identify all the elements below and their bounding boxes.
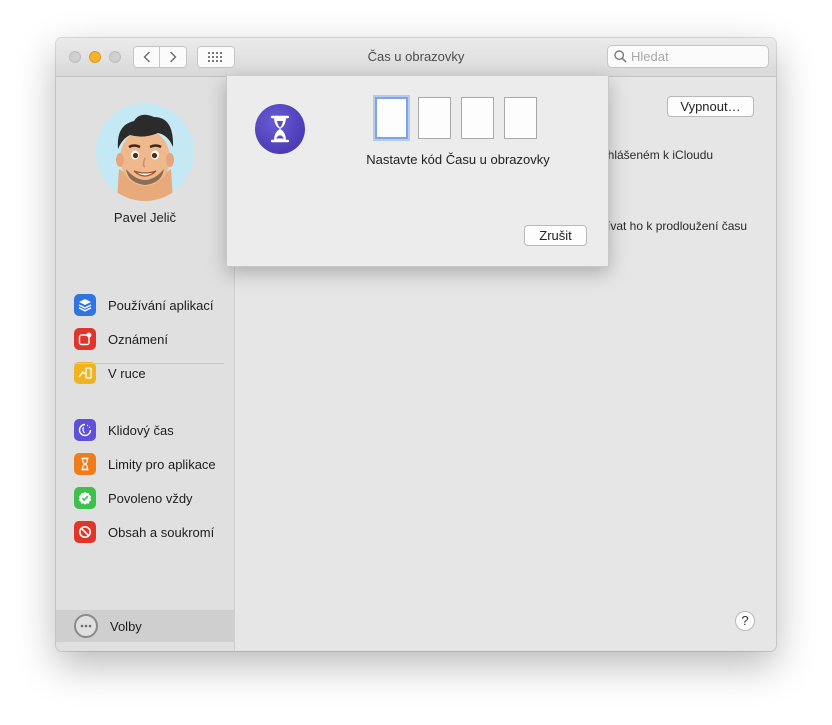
turn-off-button[interactable]: Vypnout… (667, 96, 754, 117)
cancel-button[interactable]: Zrušit (524, 225, 587, 246)
more-icon (74, 614, 98, 638)
passcode-digit-4[interactable] (504, 97, 537, 139)
sidebar-item-label: Klidový čas (108, 422, 174, 438)
user-avatar[interactable] (96, 103, 194, 201)
downtime-icon (74, 419, 96, 441)
sidebar-item-app-usage[interactable]: Používání aplikací (74, 292, 214, 318)
search-field[interactable] (607, 45, 769, 68)
sidebar-item-label: Limity pro aplikace (108, 456, 216, 472)
sidebar-item-label: Volby (110, 618, 142, 634)
sidebar-item-label: Oznámení (108, 331, 168, 347)
sidebar-item-label: Povoleno vždy (108, 490, 193, 506)
options-item[interactable]: Volby (74, 613, 142, 639)
sidebar-item-options[interactable]: Volby (56, 610, 234, 642)
user-name: Pavel Jelič (113, 210, 177, 225)
sidebar-item-content-privacy[interactable]: Obsah a soukromí (74, 519, 214, 545)
search-icon (614, 50, 627, 63)
sidebar-item-label: Používání aplikací (108, 297, 214, 313)
hourglass-icon (74, 453, 96, 475)
help-button[interactable]: ? (735, 611, 755, 631)
passcode-digit-3[interactable] (461, 97, 494, 139)
passcode-digit-1[interactable] (375, 97, 408, 139)
checkmark-badge-icon (74, 487, 96, 509)
passcode-prompt: Nastavte kód Času u obrazovky (366, 152, 550, 167)
sidebar-item-downtime[interactable]: Klidový čas (74, 417, 174, 443)
sidebar-item-app-limits[interactable]: Limity pro aplikace (74, 451, 216, 477)
sidebar-item-always-allowed[interactable]: Povoleno vždy (74, 485, 193, 511)
sidebar-item-label: Obsah a soukromí (108, 524, 215, 540)
passcode-sheet: Nastavte kód Času u obrazovky Zrušit (226, 76, 609, 267)
preferences-window: Čas u obrazovky Hledat Pavel Jelič Použí… (56, 38, 776, 651)
screen-time-hourglass-icon (255, 104, 305, 154)
notification-icon (74, 328, 96, 350)
sidebar-item-label: V ruce (108, 365, 146, 381)
passcode-digit-2[interactable] (418, 97, 451, 139)
title-bar: Čas u obrazovky (56, 38, 776, 77)
memoji-avatar-icon (96, 103, 194, 201)
passcode-description-text: žívat ho k prodloužení času (601, 219, 748, 233)
sidebar-item-notifications[interactable]: Oznámení (74, 326, 168, 352)
pickup-icon (74, 362, 96, 384)
sidebar-separator (74, 363, 224, 364)
layers-icon (74, 294, 96, 316)
search-input[interactable] (631, 49, 761, 64)
restriction-icon (74, 521, 96, 543)
sidebar: Pavel Jelič Používání aplikací Oznámení … (56, 77, 235, 651)
